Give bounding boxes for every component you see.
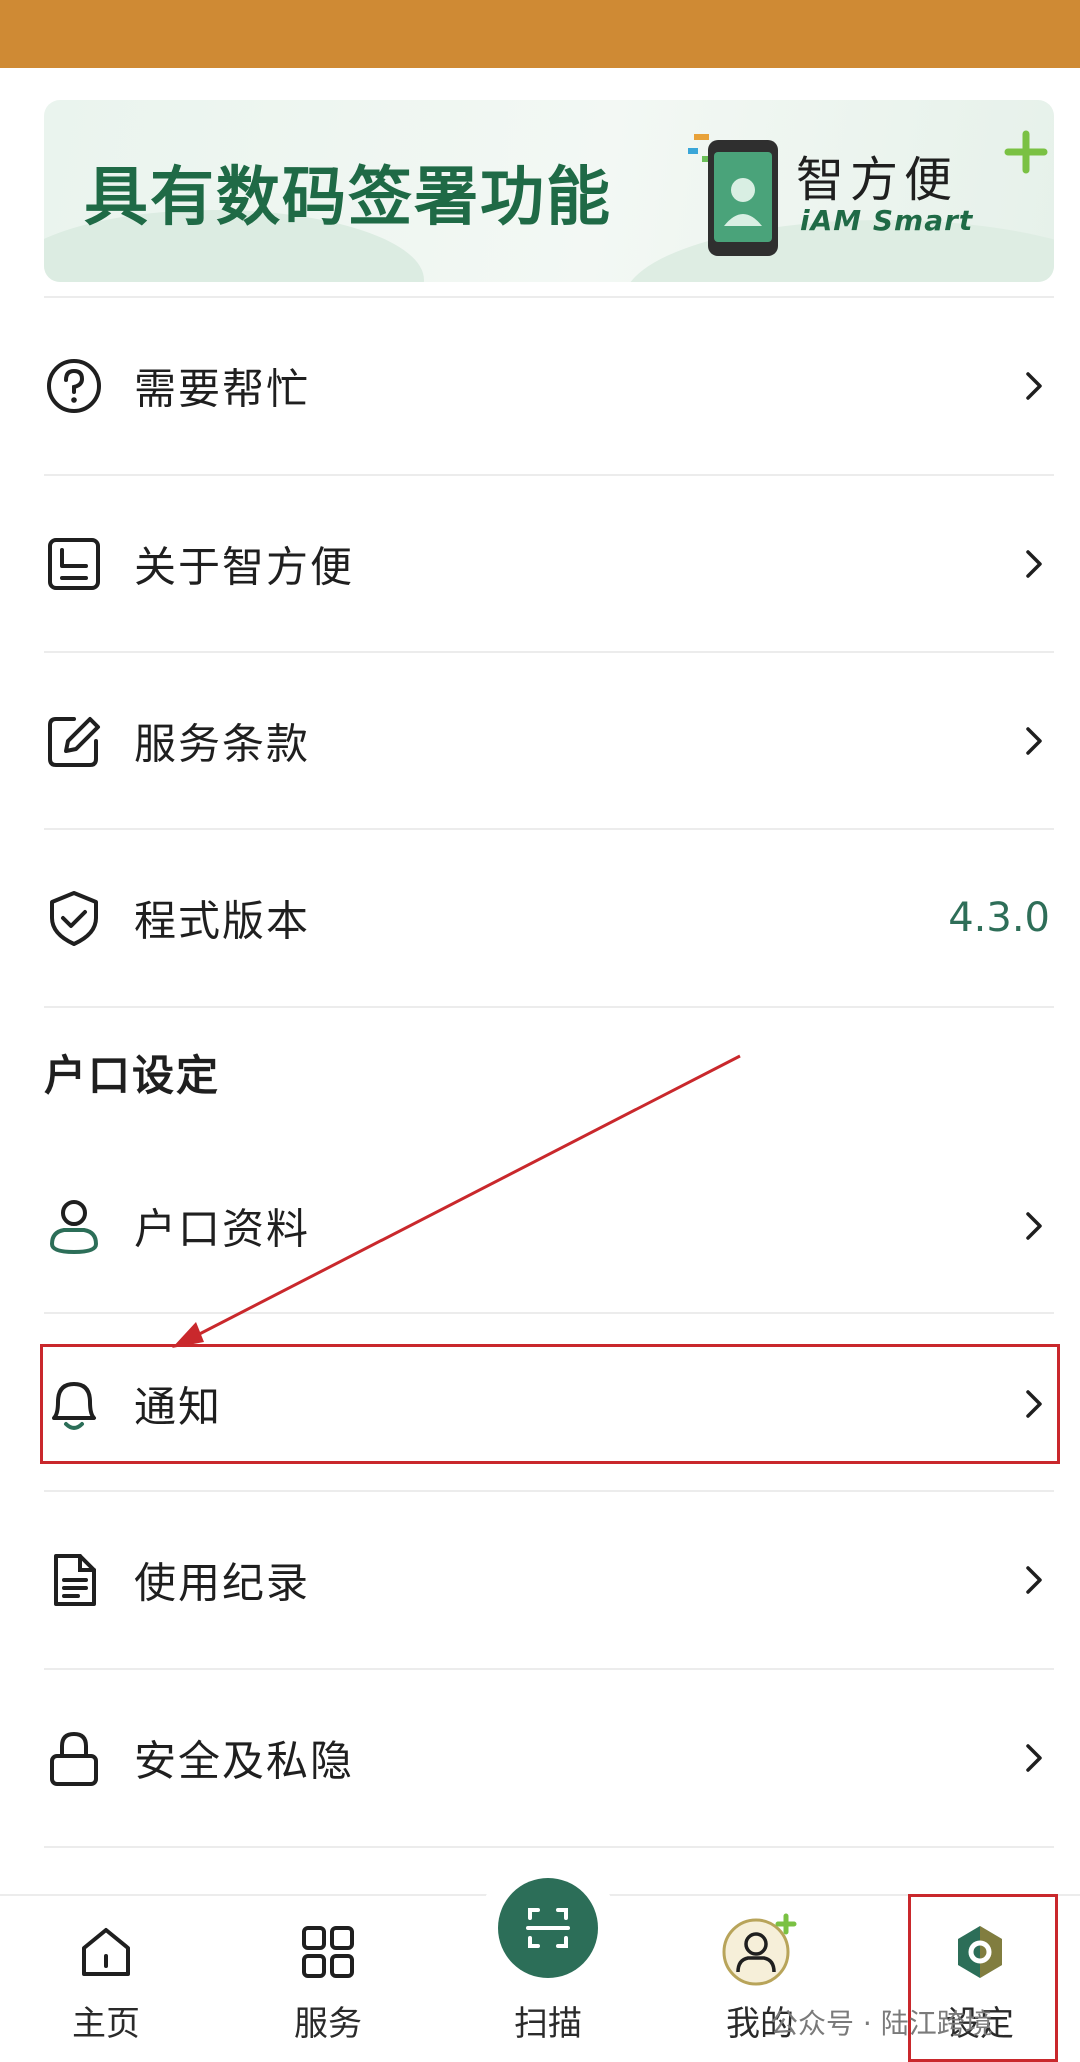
menu-item-about[interactable]: 关于智方便 <box>44 476 1054 652</box>
watermark-text: 公众号 · 陆江跨境 <box>770 2007 993 2040</box>
tab-label: 服务 <box>294 2004 362 2044</box>
settings-screen: 具有数码签署功能 智方便 iAM Smart 需要帮忙 关于智方便 服务条款 程… <box>0 0 1080 2062</box>
user-avatar-icon <box>722 1913 797 1986</box>
info-card-icon <box>48 538 100 590</box>
help-icon <box>47 359 101 413</box>
tab-label: 主页 <box>72 2004 140 2044</box>
divider <box>44 1846 1054 1848</box>
divider <box>44 1312 1054 1314</box>
chevron-right-icon <box>1026 1212 1042 1240</box>
banner-brand: 智方便 <box>796 152 959 208</box>
menu-item-help[interactable]: 需要帮忙 <box>44 298 1054 474</box>
menu-item-label: 需要帮忙 <box>134 364 311 414</box>
menu-item-usage-log[interactable]: 使用纪录 <box>44 1492 1054 1668</box>
menu-item-profile[interactable]: 户口资料 <box>44 1138 1054 1314</box>
chevron-right-icon <box>1026 727 1042 755</box>
scan-icon <box>526 1908 570 1948</box>
chevron-right-icon <box>1026 1744 1042 1772</box>
promo-banner[interactable]: 具有数码签署功能 智方便 iAM Smart <box>44 100 1054 282</box>
menu-item-security[interactable]: 安全及私隐 <box>44 1670 1054 1846</box>
menu-item-label: 使用纪录 <box>134 1558 311 1608</box>
menu-item-label: 户口资料 <box>134 1204 311 1254</box>
version-value: 4.3.0 <box>948 895 1050 941</box>
tab-services[interactable]: 服务 <box>228 1896 428 2062</box>
scan-button[interactable] <box>498 1878 598 1978</box>
tab-label: 扫描 <box>514 2004 582 2044</box>
divider <box>44 1006 1054 1008</box>
banner-title: 具有数码签署功能 <box>84 161 612 235</box>
status-bar <box>0 0 1080 68</box>
lock-icon <box>50 1731 98 1786</box>
menu-item-label: 关于智方便 <box>134 542 355 592</box>
plus-icon <box>1004 130 1048 174</box>
phone-icon <box>688 134 778 256</box>
chevron-right-icon <box>1026 1566 1042 1594</box>
document-icon <box>54 1554 96 1606</box>
section-title-account: 户口设定 <box>44 1051 221 1100</box>
user-icon <box>49 1200 99 1255</box>
highlight-box-notifications <box>40 1344 1060 1464</box>
menu-item-label: 服务条款 <box>134 719 311 769</box>
edit-document-icon <box>48 717 100 767</box>
banner-brand-sub: iAM Smart <box>800 204 974 237</box>
shield-check-icon <box>50 891 98 946</box>
home-icon <box>82 1928 130 1976</box>
menu-item-version: 程式版本 4.3.0 <box>44 830 1054 1006</box>
grid-icon <box>302 1926 354 1978</box>
chevron-right-icon <box>1026 372 1042 400</box>
menu-item-terms[interactable]: 服务条款 <box>44 653 1054 829</box>
menu-item-label: 程式版本 <box>134 896 311 946</box>
tab-home[interactable]: 主页 <box>6 1896 206 2062</box>
menu-item-label: 安全及私隐 <box>134 1736 355 1786</box>
chevron-right-icon <box>1026 550 1042 578</box>
